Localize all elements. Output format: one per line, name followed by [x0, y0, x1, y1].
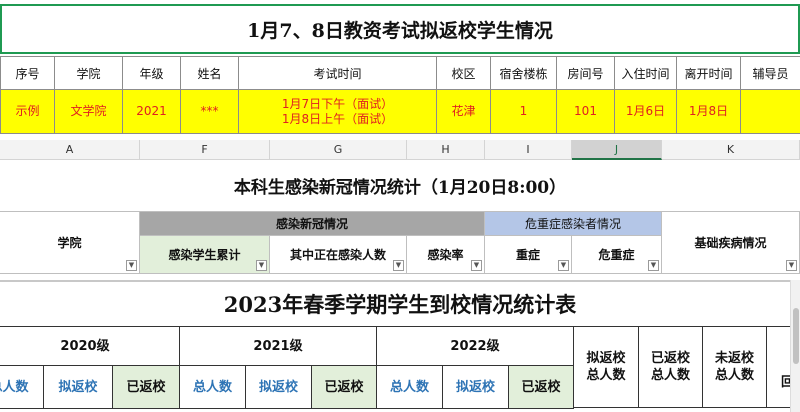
header-cell[interactable]: 离开时间 [676, 56, 741, 90]
sub-current-label: 其中正在感染人数 [289, 248, 386, 262]
group-severe-header[interactable]: 危重症感染者情况 [485, 212, 662, 236]
cell-building[interactable]: 1 [490, 89, 557, 134]
column-header-g[interactable]: G [270, 140, 407, 160]
sub-critical-label: 危重症 [598, 248, 635, 262]
header-cell[interactable]: 入住时间 [614, 56, 677, 90]
sum-not-returned-header[interactable]: 未返校总人数 [702, 326, 767, 408]
header-cell[interactable]: 考试时间 [238, 56, 437, 90]
header-row: 序号 学院 年级 姓名 考试时间 校区 宿舍楼栋 房间号 入住时间 离开时间 辅… [0, 56, 800, 90]
title-row: 本科生感染新冠情况统计（1月20日8:00） [0, 160, 800, 212]
sub-cumulative-header[interactable]: 感染学生累计 ▼ [140, 236, 270, 274]
example-row: 示例 文学院 2021 *** 1月7日下午（面试） 1月8日上午（面试） 花津… [0, 89, 800, 134]
exam-time-line1: 1月7日下午（面试） [281, 96, 394, 111]
sub-rate-label: 感染率 [427, 248, 464, 262]
header-cell[interactable]: 序号 [0, 56, 55, 90]
panel-return-students: 1月7、8日教资考试拟返校学生情况 序号 学院 年级 姓名 考试时间 校区 宿舍… [0, 0, 800, 140]
panel2-title[interactable]: 本科生感染新冠情况统计（1月20日8:00） [0, 160, 800, 212]
panel-divider [0, 280, 800, 282]
column-header-h[interactable]: H [407, 140, 485, 160]
header-cell[interactable]: 宿舍楼栋 [490, 56, 557, 90]
dropdown-filter-icon[interactable]: ▼ [256, 260, 267, 271]
cell-room[interactable]: 101 [556, 89, 615, 134]
sub-severe-header[interactable]: 重症 ▼ [485, 236, 572, 274]
header-cell[interactable]: 房间号 [556, 56, 615, 90]
header-cell[interactable]: 校区 [436, 56, 491, 90]
column-header-i[interactable]: I [485, 140, 572, 160]
college-header-label: 学院 [57, 236, 82, 250]
header-cell[interactable]: 学院 [54, 56, 123, 90]
year-header-2020[interactable]: 2020级 [0, 326, 180, 366]
panel-spring-arrival: 2023年春季学期学生到校情况统计表 2020级 2021级 2022级 拟返校… [0, 280, 800, 412]
college-header[interactable]: 学院 ▼ [0, 212, 140, 274]
sub-returned-2022[interactable]: 已返校 [508, 365, 574, 409]
column-header-bar: A F G H I J K [0, 140, 800, 160]
underlying-disease-label: 基础疾病情况 [694, 236, 767, 250]
year-header-2021[interactable]: 2021级 [179, 326, 377, 366]
cell-counselor[interactable] [740, 89, 800, 134]
sub-rate-header[interactable]: 感染率 ▼ [407, 236, 485, 274]
cell-grade[interactable]: 2021 [122, 89, 181, 134]
cell-seq[interactable]: 示例 [0, 89, 55, 134]
dropdown-filter-icon[interactable]: ▼ [648, 260, 659, 271]
sum-returned-header[interactable]: 已返校总人数 [638, 326, 703, 408]
vertical-scrollbar[interactable] [790, 280, 800, 412]
exam-time-line2: 1月8日上午（面试） [281, 111, 394, 126]
cell-exam-time[interactable]: 1月7日下午（面试） 1月8日上午（面试） [238, 89, 437, 134]
dropdown-filter-icon[interactable]: ▼ [786, 260, 797, 271]
cell-college[interactable]: 文学院 [54, 89, 123, 134]
column-header-a[interactable]: A [0, 140, 140, 160]
dropdown-filter-icon[interactable]: ▼ [558, 260, 569, 271]
group-infection-header[interactable]: 感染新冠情况 [140, 212, 485, 236]
cell-name[interactable]: *** [180, 89, 239, 134]
header-cell[interactable]: 辅导员 [740, 56, 800, 90]
header-cell[interactable]: 姓名 [180, 56, 239, 90]
panel-covid-stats: A F G H I J K 本科生感染新冠情况统计（1月20日8:00） 学院 … [0, 140, 800, 280]
sub-total-2020[interactable]: 总人数 [0, 365, 44, 409]
sub-planned-2021[interactable]: 拟返校 [245, 365, 312, 409]
sub-planned-2022[interactable]: 拟返校 [442, 365, 509, 409]
panel1-title: 1月7、8日教资考试拟返校学生情况 [0, 4, 800, 54]
scrollbar-thumb[interactable] [793, 308, 799, 364]
return-students-table: 序号 学院 年级 姓名 考试时间 校区 宿舍楼栋 房间号 入住时间 离开时间 辅… [0, 56, 800, 134]
sub-cumulative-label: 感染学生累计 [168, 248, 241, 262]
cell-campus[interactable]: 花津 [436, 89, 491, 134]
year-header-2022[interactable]: 2022级 [376, 326, 574, 366]
sum-planned-header[interactable]: 拟返校总人数 [573, 326, 639, 408]
sub-severe-label: 重症 [515, 248, 540, 262]
dropdown-filter-icon[interactable]: ▼ [471, 260, 482, 271]
dropdown-filter-icon[interactable]: ▼ [393, 260, 404, 271]
sub-current-header[interactable]: 其中正在感染人数 ▼ [270, 236, 407, 274]
sub-returned-2021[interactable]: 已返校 [311, 365, 377, 409]
cell-checkin[interactable]: 1月6日 [614, 89, 677, 134]
sub-returned-2020[interactable]: 已返校 [112, 365, 180, 409]
underlying-disease-header[interactable]: 基础疾病情况 ▼ [662, 212, 800, 274]
panel3-title[interactable]: 2023年春季学期学生到校情况统计表 [0, 284, 800, 324]
column-header-f[interactable]: F [140, 140, 270, 160]
dropdown-filter-icon[interactable]: ▼ [126, 260, 137, 271]
cell-checkout[interactable]: 1月8日 [676, 89, 741, 134]
column-header-k[interactable]: K [662, 140, 800, 160]
sub-critical-header[interactable]: 危重症 ▼ [572, 236, 662, 274]
sub-planned-2020[interactable]: 拟返校 [43, 365, 113, 409]
header-cell[interactable]: 年级 [122, 56, 181, 90]
column-header-j[interactable]: J [572, 140, 662, 160]
sub-total-2021[interactable]: 总人数 [179, 365, 246, 409]
sub-total-2022[interactable]: 总人数 [376, 365, 443, 409]
